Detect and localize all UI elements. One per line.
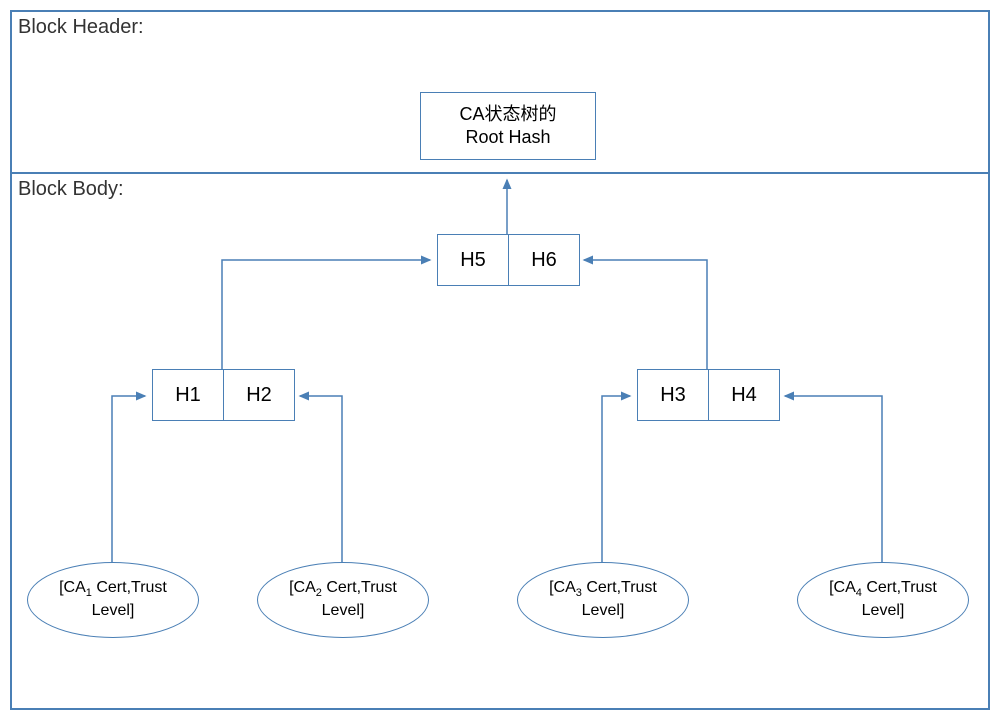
- ca4-prefix: [CA: [829, 579, 856, 596]
- block-body-section: Block Body: H5 H6: [12, 174, 988, 712]
- ca1-prefix: [CA: [59, 579, 86, 596]
- root-line2: Root Hash: [465, 127, 550, 147]
- ca2-line2: Level]: [322, 602, 365, 619]
- ca4-line2: Level]: [862, 602, 905, 619]
- hash-pair-l1b: H3 H4: [637, 369, 780, 421]
- leaf-ca4: [CA4 Cert,Trust Level]: [797, 562, 969, 638]
- hash-h5: H5: [438, 235, 508, 285]
- root-line1: CA状态树的: [459, 104, 556, 124]
- hash-pair-l1a: H1 H2: [152, 369, 295, 421]
- hash-pair-l2: H5 H6: [437, 234, 580, 286]
- block-header-section: Block Header: CA状态树的 Root Hash: [12, 12, 988, 174]
- root-hash-box: CA状态树的 Root Hash: [420, 92, 596, 160]
- block-header-label: Block Header:: [18, 16, 144, 39]
- hash-h1: H1: [153, 370, 223, 420]
- ca3-line2: Level]: [582, 602, 625, 619]
- hash-h3: H3: [638, 370, 708, 420]
- leaf-ca1: [CA1 Cert,Trust Level]: [27, 562, 199, 638]
- leaf-ca2: [CA2 Cert,Trust Level]: [257, 562, 429, 638]
- hash-h4: H4: [708, 370, 779, 420]
- ca3-suffix: Cert,Trust: [582, 579, 657, 596]
- block-body-label: Block Body:: [18, 178, 124, 201]
- ca4-suffix: Cert,Trust: [862, 579, 937, 596]
- hash-h6: H6: [508, 235, 579, 285]
- leaf-ca3: [CA3 Cert,Trust Level]: [517, 562, 689, 638]
- ca2-prefix: [CA: [289, 579, 316, 596]
- ca1-suffix: Cert,Trust: [92, 579, 167, 596]
- diagram-container: Block Header: CA状态树的 Root Hash Block Bod…: [10, 10, 990, 710]
- ca3-prefix: [CA: [549, 579, 576, 596]
- ca1-line2: Level]: [92, 602, 135, 619]
- hash-h2: H2: [223, 370, 294, 420]
- ca2-suffix: Cert,Trust: [322, 579, 397, 596]
